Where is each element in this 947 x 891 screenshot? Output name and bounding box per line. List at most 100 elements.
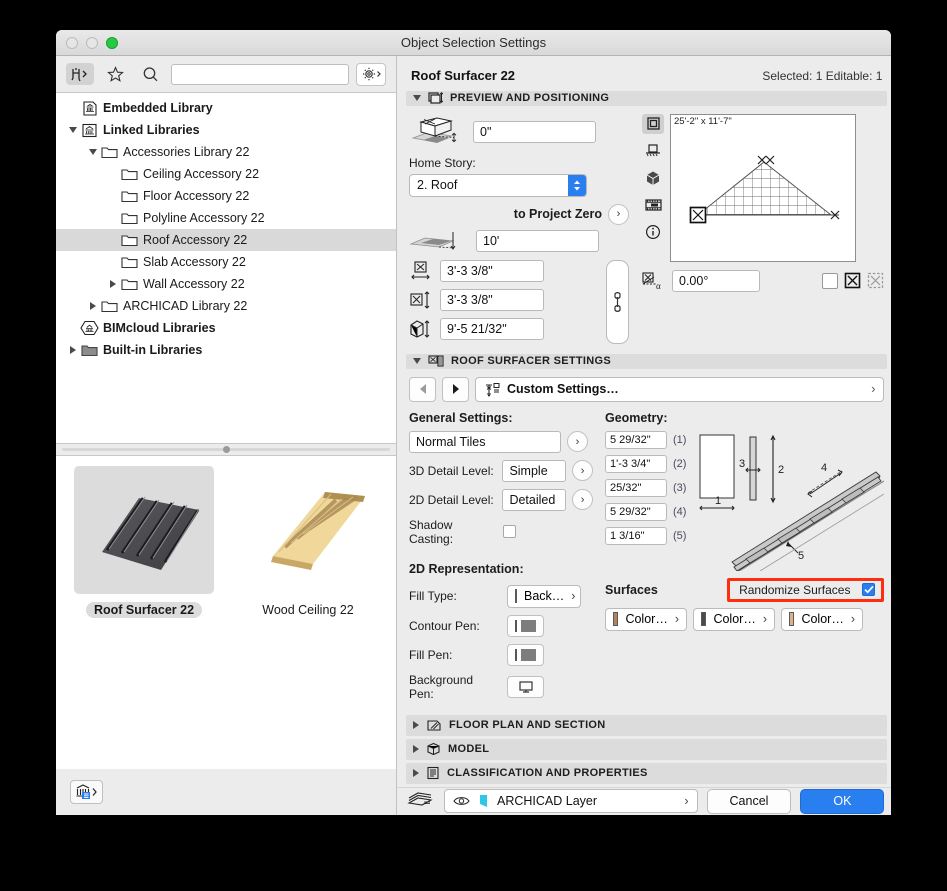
- info-view-icon[interactable]: [642, 222, 664, 242]
- wood-ceiling-preview: [238, 466, 378, 594]
- layer-selector[interactable]: ARCHICAD Layer ›: [444, 789, 698, 814]
- elevation-input[interactable]: 0": [473, 120, 596, 143]
- width-input[interactable]: 3'-3 3/8": [440, 259, 544, 282]
- project-zero-chevron-icon[interactable]: ›: [608, 203, 629, 225]
- thumbnail-wood-ceiling[interactable]: Wood Ceiling 22: [228, 466, 388, 759]
- cancel-button[interactable]: Cancel: [706, 788, 792, 814]
- tree-item-built-in-libraries[interactable]: Built-in Libraries: [56, 339, 396, 361]
- search-input[interactable]: [171, 63, 349, 85]
- shadow-casting-checkbox[interactable]: [503, 525, 516, 539]
- surface-button-1[interactable]: Color… ›: [605, 607, 687, 631]
- chair-object-icon[interactable]: [66, 63, 94, 85]
- detail-2d-chevron-icon[interactable]: ›: [572, 489, 593, 511]
- star-icon[interactable]: [101, 63, 129, 85]
- roof-plan-preview-drawing: [689, 155, 840, 224]
- randomize-surfaces-checkbox[interactable]: [862, 583, 876, 597]
- dialog-footer: ARCHICAD Layer › Cancel OK: [397, 786, 891, 815]
- layers-icon[interactable]: [407, 791, 435, 811]
- fill-pen-button[interactable]: [507, 643, 544, 666]
- custom-settings-button[interactable]: Custom Settings… ›: [475, 376, 885, 402]
- geometry-input-4[interactable]: 5 29/32": [605, 502, 667, 521]
- section-header-floor-plan[interactable]: FLOOR PLAN AND SECTION: [406, 714, 888, 736]
- svg-text:2: 2: [778, 464, 784, 476]
- thumbnail-roof-surfacer[interactable]: Roof Surfacer 22: [64, 466, 224, 759]
- geometry-input-2[interactable]: 1'-3 3/4": [605, 454, 667, 473]
- tree-item-accessories-library-22[interactable]: Accessories Library 22: [56, 141, 396, 163]
- geometry-field-1: 5 29/32" (1): [605, 430, 686, 449]
- surface-button-3[interactable]: Color… ›: [781, 607, 863, 631]
- tree-item-archicad-library-22[interactable]: ARCHICAD Library 22: [56, 295, 396, 317]
- geometry-input-3[interactable]: 25/32": [605, 478, 667, 497]
- pane-splitter[interactable]: [56, 444, 396, 455]
- contour-pen-button[interactable]: [507, 614, 544, 637]
- hotspot-solid-icon[interactable]: [844, 272, 861, 289]
- height-input[interactable]: 9'-5 21/32": [440, 317, 544, 340]
- depth-input[interactable]: 3'-3 3/8": [440, 288, 544, 311]
- folder-icon: [100, 299, 119, 313]
- previous-favorite-button[interactable]: [409, 376, 436, 402]
- next-favorite-button[interactable]: [442, 376, 469, 402]
- stepper-icon[interactable]: [568, 174, 586, 196]
- 2d-symbol-view-icon[interactable]: [642, 113, 664, 134]
- section-header-classification[interactable]: CLASSIFICATION AND PROPERTIES: [406, 762, 888, 784]
- chevron-right-icon: ›: [762, 612, 767, 627]
- fill-type-button[interactable]: Back… ›: [507, 584, 581, 608]
- tree-item-roof-accessory-22[interactable]: Roof Accessory 22: [56, 229, 396, 251]
- height-to-project-zero-icon: [409, 231, 456, 250]
- section-header-model[interactable]: MODEL: [406, 738, 888, 760]
- chain-link-icon: [614, 291, 621, 312]
- splitter-knob[interactable]: [222, 446, 230, 453]
- geometry-input-5[interactable]: 1 3/16": [605, 526, 667, 545]
- geometry-input-1[interactable]: 5 29/32": [605, 430, 667, 449]
- width-icon: [411, 261, 430, 280]
- library-manager-button[interactable]: [70, 780, 103, 804]
- chevron-right-icon[interactable]: [66, 346, 80, 354]
- gear-icon[interactable]: [356, 62, 386, 86]
- preview-canvas[interactable]: 25'-2" x 11'-7": [670, 113, 856, 262]
- chevron-down-icon[interactable]: [66, 127, 80, 133]
- angle-input[interactable]: 0.00°: [672, 269, 760, 292]
- geometry-field-3: 25/32" (3): [605, 478, 686, 497]
- tile-type-input[interactable]: Normal Tiles: [409, 430, 561, 453]
- transparent-background-icon: [518, 680, 533, 693]
- project-zero-input[interactable]: 10': [476, 229, 599, 252]
- title-bar: Object Selection Settings: [56, 30, 891, 56]
- tree-item-embedded-library[interactable]: Embedded Library: [56, 97, 396, 119]
- tree-item-polyline-accessory-22[interactable]: Polyline Accessory 22: [56, 207, 396, 229]
- chevron-right-icon[interactable]: [86, 302, 100, 310]
- tree-item-slab-accessory-22[interactable]: Slab Accessory 22: [56, 251, 396, 273]
- folder-icon: [120, 189, 139, 203]
- detail-2d-input[interactable]: Detailed: [502, 488, 567, 511]
- geometry-field-5: 1 3/16" (5): [605, 526, 686, 545]
- hotspot-dashed-icon[interactable]: [867, 272, 884, 289]
- chevron-down-icon[interactable]: [86, 149, 100, 155]
- library-tree[interactable]: Embedded Library Linked Libraries Accessor…: [56, 92, 396, 444]
- tree-item-wall-accessory-22[interactable]: Wall Accessory 22: [56, 273, 396, 295]
- home-story-select[interactable]: 2. Roof: [409, 173, 587, 197]
- search-icon[interactable]: [136, 63, 164, 85]
- elevation-view-icon[interactable]: [642, 141, 664, 161]
- detail-3d-input[interactable]: Simple: [502, 459, 567, 482]
- mirror-off-icon[interactable]: [822, 272, 839, 289]
- home-story-value: 2. Roof: [417, 178, 458, 193]
- pen-weight-indicator: [515, 619, 517, 632]
- section-header-preview-positioning[interactable]: PREVIEW AND POSITIONING: [406, 91, 888, 106]
- section-header-roof-surfacer[interactable]: ROOF SURFACER SETTINGS: [406, 353, 888, 369]
- background-pen-button[interactable]: [507, 675, 544, 698]
- tile-type-chevron-icon[interactable]: ›: [567, 431, 588, 453]
- tree-item-floor-accessory-22[interactable]: Floor Accessory 22: [56, 185, 396, 207]
- section-view-icon[interactable]: [642, 195, 664, 215]
- tree-item-bimcloud-libraries[interactable]: BIMcloud Libraries: [56, 317, 396, 339]
- ok-button[interactable]: OK: [800, 788, 885, 814]
- tree-item-ceiling-accessory-22[interactable]: Ceiling Accessory 22: [56, 163, 396, 185]
- folder-icon: [120, 233, 139, 247]
- section-title: ROOF SURFACER SETTINGS: [451, 355, 611, 368]
- detail-3d-chevron-icon[interactable]: ›: [572, 460, 593, 482]
- 3d-view-icon[interactable]: [642, 168, 664, 188]
- tree-item-linked-libraries[interactable]: Linked Libraries: [56, 119, 396, 141]
- surface-button-2[interactable]: Color… ›: [693, 607, 775, 631]
- linked-library-icon: [80, 123, 99, 138]
- proportion-lock-toggle[interactable]: [606, 259, 629, 344]
- roof-surfacer-content: Custom Settings… › General Settings: Nor…: [397, 369, 891, 701]
- chevron-right-icon[interactable]: [106, 280, 120, 288]
